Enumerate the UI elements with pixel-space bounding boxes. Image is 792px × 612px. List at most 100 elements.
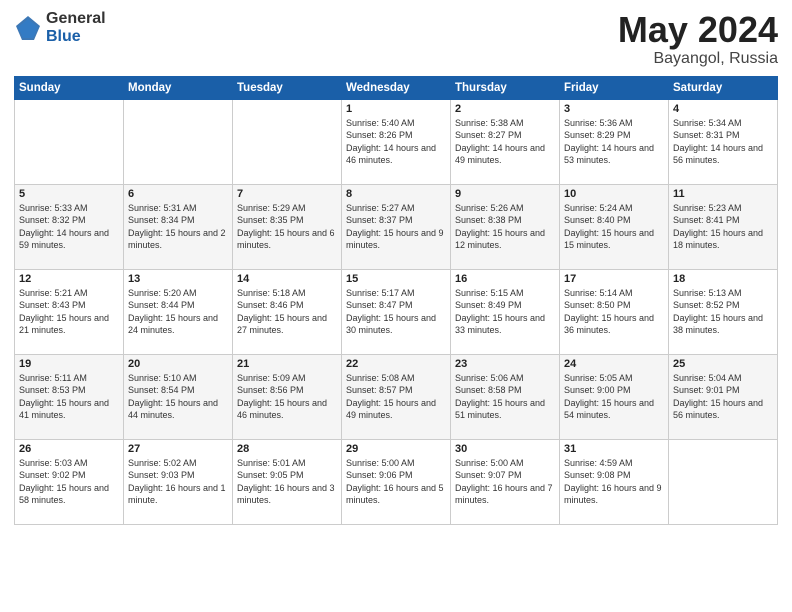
calendar-week-row: 5 Sunrise: 5:33 AM Sunset: 8:32 PM Daylig… — [15, 184, 778, 269]
day-info: Sunrise: 5:31 AM Sunset: 8:34 PM Dayligh… — [128, 202, 228, 252]
calendar-cell: 8 Sunrise: 5:27 AM Sunset: 8:37 PM Daylig… — [342, 184, 451, 269]
day-number: 30 — [455, 443, 555, 455]
calendar-cell: 4 Sunrise: 5:34 AM Sunset: 8:31 PM Daylig… — [669, 99, 778, 184]
calendar-cell: 9Sunrise: 5:26 AM Sunset: 8:38 PM Daylig… — [451, 184, 560, 269]
calendar-cell: 30Sunrise: 5:00 AM Sunset: 9:07 PM Dayli… — [451, 439, 560, 524]
day-number: 4 — [673, 103, 773, 115]
day-number: 2 — [455, 103, 555, 115]
weekday-header-row: SundayMondayTuesdayWednesdayThursdayFrid… — [15, 76, 778, 99]
calendar-cell: 10Sunrise: 5:24 AM Sunset: 8:40 PM Dayli… — [560, 184, 669, 269]
header: General Blue May 2024 Bayangol, Russia — [14, 10, 778, 68]
day-info: Sunrise: 5:05 AM Sunset: 9:00 PM Dayligh… — [564, 372, 664, 422]
logo-blue: Blue — [46, 28, 106, 46]
day-info: Sunrise: 5:03 AM Sunset: 9:02 PM Dayligh… — [19, 457, 119, 507]
calendar-cell: 17 Sunrise: 5:14 AM Sunset: 8:50 PM Dayli… — [560, 269, 669, 354]
day-info: Sunrise: 5:18 AM Sunset: 8:46 PM Dayligh… — [237, 287, 337, 337]
calendar-cell: 3 Sunrise: 5:36 AM Sunset: 8:29 PM Daylig… — [560, 99, 669, 184]
day-info: Sunrise: 5:27 AM Sunset: 8:37 PM Dayligh… — [346, 202, 446, 252]
calendar-cell: 13 Sunrise: 5:20 AM Sunset: 8:44 PM Dayli… — [124, 269, 233, 354]
day-number: 12 — [19, 273, 119, 285]
day-info: Sunrise: 5:08 AM Sunset: 8:57 PM Dayligh… — [346, 372, 446, 422]
day-info: Sunrise: 5:09 AM Sunset: 8:56 PM Dayligh… — [237, 372, 337, 422]
calendar-table: SundayMondayTuesdayWednesdayThursdayFrid… — [14, 76, 778, 525]
day-number: 29 — [346, 443, 446, 455]
calendar-week-row: 19Sunrise: 5:11 AM Sunset: 8:53 PM Dayli… — [15, 354, 778, 439]
calendar-cell: 23 Sunrise: 5:06 AM Sunset: 8:58 PM Dayli… — [451, 354, 560, 439]
day-info: Sunrise: 5:40 AM Sunset: 8:26 PM Dayligh… — [346, 117, 446, 167]
calendar-cell: 12Sunrise: 5:21 AM Sunset: 8:43 PM Dayli… — [15, 269, 124, 354]
day-number: 8 — [346, 188, 446, 200]
logo-text: General Blue — [46, 10, 106, 45]
calendar-week-row: 12Sunrise: 5:21 AM Sunset: 8:43 PM Dayli… — [15, 269, 778, 354]
day-info: Sunrise: 5:23 AM Sunset: 8:41 PM Dayligh… — [673, 202, 773, 252]
day-number: 23 — [455, 358, 555, 370]
weekday-header: Wednesday — [342, 76, 451, 99]
weekday-header: Thursday — [451, 76, 560, 99]
day-number: 26 — [19, 443, 119, 455]
day-number: 31 — [564, 443, 664, 455]
day-number: 22 — [346, 358, 446, 370]
weekday-header: Sunday — [15, 76, 124, 99]
day-number: 27 — [128, 443, 228, 455]
day-info: Sunrise: 4:59 AM Sunset: 9:08 PM Dayligh… — [564, 457, 664, 507]
day-info: Sunrise: 5:01 AM Sunset: 9:05 PM Dayligh… — [237, 457, 337, 507]
weekday-header: Monday — [124, 76, 233, 99]
logo-general: General — [46, 10, 106, 28]
calendar-cell: 11 Sunrise: 5:23 AM Sunset: 8:41 PM Dayli… — [669, 184, 778, 269]
weekday-header: Friday — [560, 76, 669, 99]
calendar-subtitle: Bayangol, Russia — [618, 50, 778, 68]
calendar-cell: 24 Sunrise: 5:05 AM Sunset: 9:00 PM Dayli… — [560, 354, 669, 439]
day-info: Sunrise: 5:36 AM Sunset: 8:29 PM Dayligh… — [564, 117, 664, 167]
calendar-cell: 29 Sunrise: 5:00 AM Sunset: 9:06 PM Dayli… — [342, 439, 451, 524]
day-number: 11 — [673, 188, 773, 200]
day-number: 18 — [673, 273, 773, 285]
logo: General Blue — [14, 10, 106, 45]
calendar-cell: 2 Sunrise: 5:38 AM Sunset: 8:27 PM Daylig… — [451, 99, 560, 184]
day-number: 21 — [237, 358, 337, 370]
day-number: 9 — [455, 188, 555, 200]
calendar-cell — [669, 439, 778, 524]
calendar-cell: 31 Sunrise: 4:59 AM Sunset: 9:08 PM Dayli… — [560, 439, 669, 524]
day-number: 5 — [19, 188, 119, 200]
calendar-cell: 26 Sunrise: 5:03 AM Sunset: 9:02 PM Dayli… — [15, 439, 124, 524]
day-number: 17 — [564, 273, 664, 285]
day-info: Sunrise: 5:04 AM Sunset: 9:01 PM Dayligh… — [673, 372, 773, 422]
day-number: 15 — [346, 273, 446, 285]
day-number: 20 — [128, 358, 228, 370]
day-info: Sunrise: 5:14 AM Sunset: 8:50 PM Dayligh… — [564, 287, 664, 337]
day-number: 3 — [564, 103, 664, 115]
calendar-cell: 7Sunrise: 5:29 AM Sunset: 8:35 PM Daylig… — [233, 184, 342, 269]
calendar-cell: 6 Sunrise: 5:31 AM Sunset: 8:34 PM Daylig… — [124, 184, 233, 269]
day-number: 14 — [237, 273, 337, 285]
calendar-cell — [15, 99, 124, 184]
calendar-cell: 1 Sunrise: 5:40 AM Sunset: 8:26 PM Daylig… — [342, 99, 451, 184]
day-info: Sunrise: 5:17 AM Sunset: 8:47 PM Dayligh… — [346, 287, 446, 337]
day-info: Sunrise: 5:34 AM Sunset: 8:31 PM Dayligh… — [673, 117, 773, 167]
calendar-cell: 20Sunrise: 5:10 AM Sunset: 8:54 PM Dayli… — [124, 354, 233, 439]
day-number: 6 — [128, 188, 228, 200]
weekday-header: Tuesday — [233, 76, 342, 99]
weekday-header: Saturday — [669, 76, 778, 99]
calendar-cell — [124, 99, 233, 184]
day-number: 10 — [564, 188, 664, 200]
calendar-cell: 27Sunrise: 5:02 AM Sunset: 9:03 PM Dayli… — [124, 439, 233, 524]
day-number: 24 — [564, 358, 664, 370]
day-info: Sunrise: 5:33 AM Sunset: 8:32 PM Dayligh… — [19, 202, 119, 252]
calendar-cell: 19Sunrise: 5:11 AM Sunset: 8:53 PM Dayli… — [15, 354, 124, 439]
day-number: 28 — [237, 443, 337, 455]
day-info: Sunrise: 5:00 AM Sunset: 9:06 PM Dayligh… — [346, 457, 446, 507]
day-info: Sunrise: 5:15 AM Sunset: 8:49 PM Dayligh… — [455, 287, 555, 337]
calendar-week-row: 1 Sunrise: 5:40 AM Sunset: 8:26 PM Daylig… — [15, 99, 778, 184]
calendar-cell: 22 Sunrise: 5:08 AM Sunset: 8:57 PM Dayli… — [342, 354, 451, 439]
day-info: Sunrise: 5:38 AM Sunset: 8:27 PM Dayligh… — [455, 117, 555, 167]
day-number: 13 — [128, 273, 228, 285]
calendar-cell — [233, 99, 342, 184]
day-info: Sunrise: 5:20 AM Sunset: 8:44 PM Dayligh… — [128, 287, 228, 337]
title-area: May 2024 Bayangol, Russia — [618, 10, 778, 68]
day-info: Sunrise: 5:29 AM Sunset: 8:35 PM Dayligh… — [237, 202, 337, 252]
day-number: 16 — [455, 273, 555, 285]
day-number: 1 — [346, 103, 446, 115]
day-info: Sunrise: 5:06 AM Sunset: 8:58 PM Dayligh… — [455, 372, 555, 422]
calendar-cell: 28 Sunrise: 5:01 AM Sunset: 9:05 PM Dayli… — [233, 439, 342, 524]
day-info: Sunrise: 5:13 AM Sunset: 8:52 PM Dayligh… — [673, 287, 773, 337]
